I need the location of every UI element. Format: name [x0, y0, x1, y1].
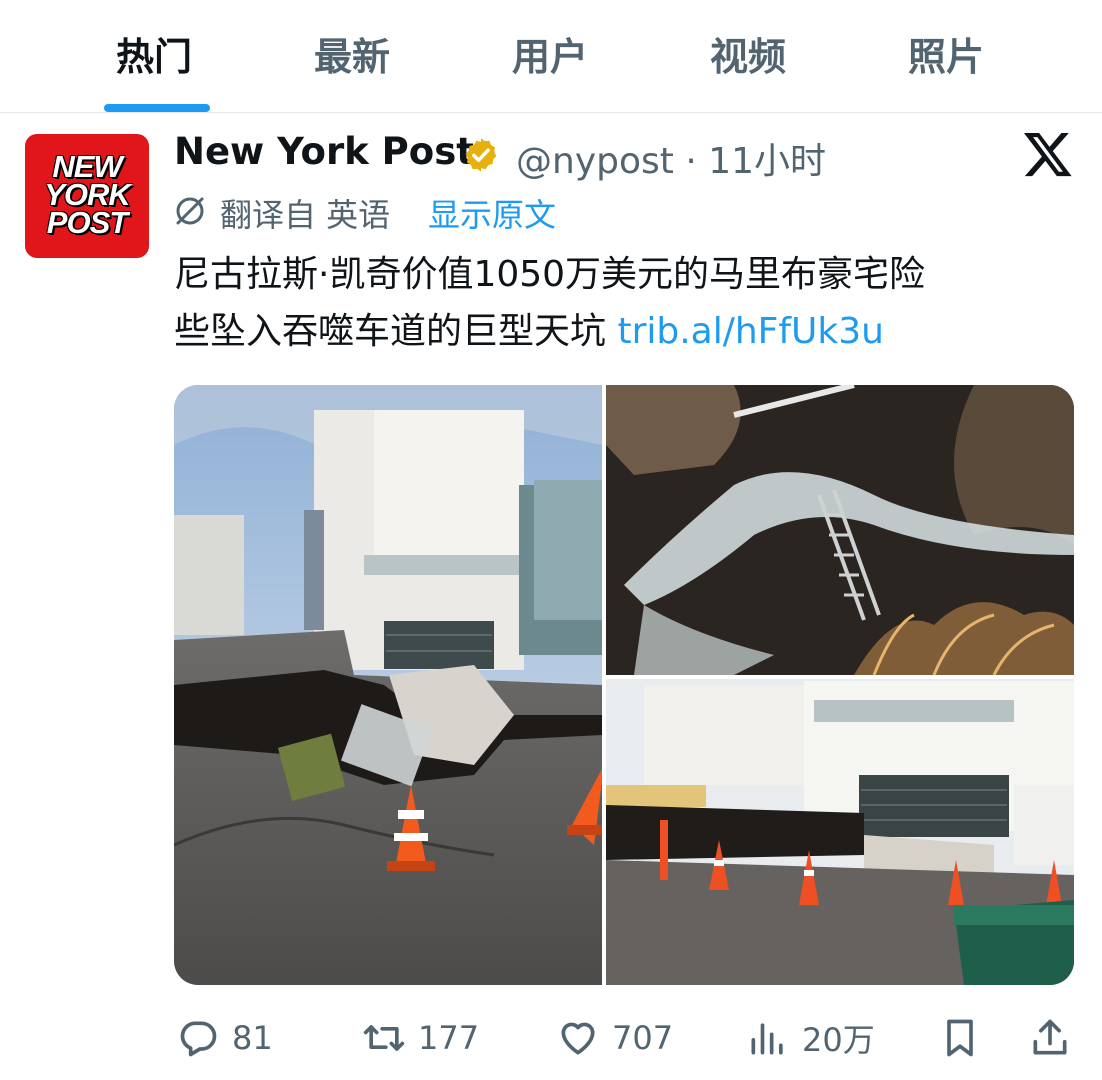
- post-text-line-2: 些坠入吞噬车道的巨型天坑: [174, 311, 618, 352]
- reply-count: 81: [232, 1019, 273, 1057]
- sinkhole-photo-bottom-right: [606, 679, 1074, 985]
- translated-from-label: 翻译自 英语: [220, 196, 391, 234]
- bookmark-icon: [947, 1019, 973, 1057]
- share-button[interactable]: [1028, 1010, 1072, 1066]
- sinkhole-photo-top-right: [606, 385, 1074, 676]
- active-tab-indicator: [104, 104, 210, 112]
- bookmark-button[interactable]: [938, 1010, 982, 1066]
- like-count: 707: [612, 1019, 674, 1057]
- share-icon: [1033, 1019, 1067, 1055]
- tab-users[interactable]: 用户: [512, 26, 588, 81]
- x-logo-icon[interactable]: [1022, 128, 1074, 180]
- handle-and-time[interactable]: @nypost · 11小时: [516, 132, 826, 184]
- verified-icon: [465, 138, 497, 172]
- views-count: 20万: [802, 1021, 875, 1059]
- show-original-link[interactable]: 显示原文: [428, 190, 556, 236]
- tab-photos[interactable]: 照片: [908, 26, 984, 81]
- author-name[interactable]: New York Post: [174, 130, 474, 173]
- retweet-button[interactable]: 177: [362, 1010, 479, 1066]
- translate-icon: [176, 197, 204, 225]
- like-icon: [561, 1022, 595, 1055]
- like-button[interactable]: 707: [556, 1010, 673, 1066]
- avatar[interactable]: NEW YORK POST: [25, 134, 149, 258]
- views-button[interactable]: 20万: [746, 1010, 875, 1066]
- views-icon: [751, 1023, 783, 1055]
- action-bar: 81 177 707 20万: [0, 1004, 1102, 1074]
- retweet-icon: [363, 1025, 405, 1051]
- reply-icon: [180, 1021, 217, 1057]
- post-link[interactable]: trib.al/hFfUk3u: [617, 311, 884, 352]
- post-text: 尼古拉斯·凯奇价值1050万美元的马里布豪宅险 些坠入吞噬车道的巨型天坑 tri…: [174, 246, 1074, 360]
- tab-videos[interactable]: 视频: [710, 26, 786, 81]
- post-media[interactable]: [174, 385, 1074, 985]
- tab-latest[interactable]: 最新: [314, 26, 390, 81]
- reply-button[interactable]: 81: [176, 1010, 273, 1066]
- retweet-count: 177: [418, 1019, 480, 1057]
- avatar-logo-line-3: POST: [46, 205, 128, 240]
- tab-bar: 热门 最新 用户 视频 照片: [0, 0, 1102, 113]
- tab-hot[interactable]: 热门: [116, 26, 192, 81]
- sinkhole-photo-left: [174, 385, 607, 985]
- post-text-line-1: 尼古拉斯·凯奇价值1050万美元的马里布豪宅险: [174, 254, 926, 295]
